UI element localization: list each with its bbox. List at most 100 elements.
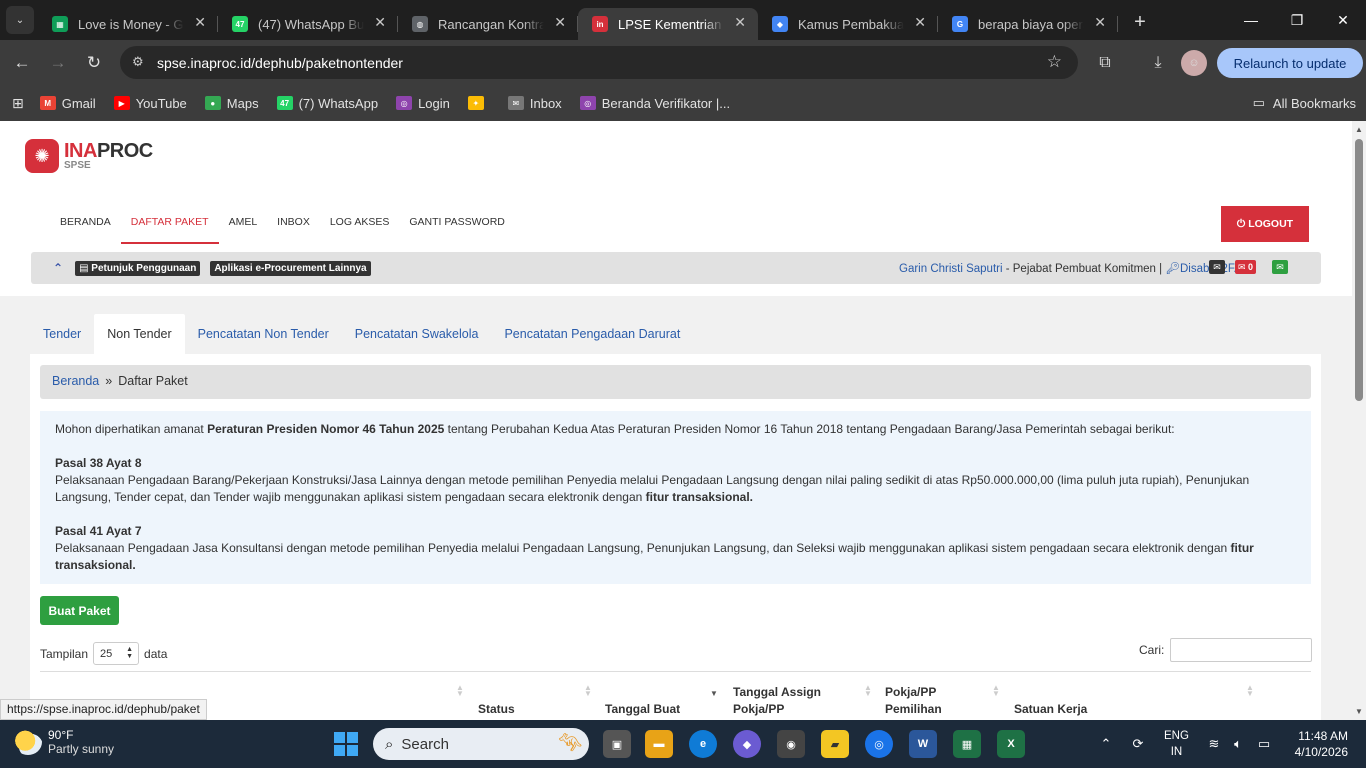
file-explorer-icon[interactable]: ▬ (645, 730, 673, 758)
tab-close-icon[interactable]: ✕ (554, 14, 566, 31)
inaproc-logo[interactable]: ✺ INAPROC SPSE (25, 139, 153, 173)
apps-grid-icon[interactable]: ⊞ (12, 95, 24, 112)
petunjuk-penggunaan-link[interactable]: ▤ Petunjuk Penggunaan (75, 260, 201, 276)
taskbar-search[interactable]: ⌕ Search 🦘︎ (373, 728, 589, 760)
search-label: Cari: (1139, 643, 1165, 657)
excel-icon[interactable]: X (997, 730, 1025, 758)
nav-item-log-akses[interactable]: LOG AKSES (320, 209, 400, 244)
bookmark-item[interactable]: ◎ Login (396, 96, 450, 111)
collapse-chevron-icon[interactable]: ⌃ (53, 261, 63, 275)
col-pokja-pemilihan[interactable]: Pokja/PP Pemilihan (885, 684, 965, 718)
page-size-select[interactable]: 25 ▲ ▼ (93, 642, 140, 665)
page-scrollbar[interactable]: ▲ ▼ (1352, 121, 1366, 720)
copilot-icon[interactable]: ◆ (733, 730, 761, 758)
extensions-icon[interactable]: ⧉ (1092, 50, 1118, 76)
nav-item-beranda[interactable]: BERANDA (50, 209, 121, 244)
sort-icon[interactable]: ▲ ▼ (456, 684, 464, 698)
tab-close-icon[interactable]: ✕ (194, 14, 206, 31)
edge-browser-icon[interactable]: e (689, 730, 717, 758)
tab-pencatatan-swakelola[interactable]: Pencatatan Swakelola (342, 314, 492, 354)
battery-icon[interactable]: ▭ (1252, 720, 1276, 768)
bookmark-star-icon[interactable]: ☆ (1047, 52, 1062, 72)
sort-icon[interactable]: ▲ ▼ (864, 684, 872, 698)
bookmark-item[interactable]: ✉ Inbox (507, 96, 562, 111)
mail-icon[interactable]: ✉ (1209, 260, 1225, 274)
language-indicator[interactable]: ENG IN (1164, 728, 1189, 760)
word-icon[interactable]: W (909, 730, 937, 758)
weather-widget[interactable]: 90°F Partly sunny (14, 728, 114, 756)
bookmark-item[interactable]: ◎ Beranda Verifikator |... (579, 96, 730, 111)
all-bookmarks-label: All Bookmarks (1272, 95, 1356, 111)
tab-non-tender[interactable]: Non Tender (94, 314, 185, 354)
bookmark-item[interactable]: ✦ (467, 96, 490, 111)
system-clock[interactable]: 11:48 AM 4/10/2026 (1290, 728, 1348, 760)
site-info-icon[interactable]: ⚙ (132, 54, 144, 70)
wifi-icon[interactable]: ≋ (1204, 720, 1224, 768)
browser-tab[interactable]: ▦ Love is Money - Goo ✕ (38, 8, 218, 40)
bookmark-item[interactable]: ▶ YouTube (113, 96, 187, 111)
sync-icon[interactable]: ⟳ (1128, 720, 1148, 768)
tray-chevron-icon[interactable]: ⌃ (1096, 720, 1116, 768)
new-tab-button[interactable]: + (1124, 6, 1156, 38)
profile-avatar[interactable]: ☺ (1181, 50, 1207, 76)
start-windows-icon[interactable] (334, 732, 358, 756)
bookmark-label: Login (418, 95, 450, 111)
logout-button[interactable]: ⏻ LOGOUT (1221, 206, 1309, 242)
tab-tender[interactable]: Tender (30, 314, 94, 354)
tab-close-icon[interactable]: ✕ (1094, 14, 1106, 31)
browser-tab[interactable]: ◍ Rancangan Kontrak P ✕ (398, 8, 578, 40)
sort-desc-icon[interactable]: ▼ (710, 685, 718, 698)
maximize-icon[interactable]: ❐ (1274, 0, 1320, 40)
minimize-icon[interactable]: — (1228, 0, 1274, 40)
reload-icon[interactable]: ↻ (76, 45, 112, 81)
inbox-count-badge[interactable]: ✉ 0 (1235, 260, 1257, 274)
tab-pencatatan-pengadaan-darurat[interactable]: Pencatatan Pengadaan Darurat (491, 314, 693, 354)
sort-icon[interactable]: ▲ ▼ (992, 684, 1000, 698)
scroll-up-icon[interactable]: ▲ (1355, 125, 1363, 134)
close-window-icon[interactable]: ✕ (1320, 0, 1366, 40)
tab-close-icon[interactable]: ✕ (914, 14, 926, 31)
bookmark-item[interactable]: M Gmail (39, 96, 96, 111)
col-status[interactable]: Status (478, 701, 515, 718)
bookmark-item[interactable]: 47 (7) WhatsApp (276, 96, 378, 111)
sort-icon[interactable]: ▲ ▼ (1246, 684, 1254, 698)
scrollbar-thumb[interactable] (1355, 139, 1363, 401)
browser-tab[interactable]: in LPSE Kementrian Perh ✕ (578, 8, 758, 40)
url-omnibox[interactable]: ⚙ spse.inaproc.id/dephub/paketnontender … (120, 46, 1078, 79)
sort-icon[interactable]: ▲ ▼ (584, 684, 592, 698)
forward-icon[interactable]: → (40, 45, 76, 81)
tab-close-icon[interactable]: ✕ (374, 14, 386, 31)
open-mail-icon[interactable]: ✉ (1272, 260, 1288, 274)
volume-icon[interactable]: 🔈︎ (1228, 720, 1248, 768)
nav-item-daftar-paket[interactable]: DAFTAR PAKET (120, 209, 219, 244)
tab-pencatatan-non-tender[interactable]: Pencatatan Non Tender (185, 314, 342, 354)
nav-item-ganti-password[interactable]: GANTI PASSWORD (399, 209, 514, 244)
aplikasi-lainnya-link[interactable]: Aplikasi e-Procurement Lainnya (210, 260, 371, 276)
breadcrumb-home-link[interactable]: Beranda (52, 374, 99, 388)
camera-icon[interactable]: ◉ (777, 730, 805, 758)
task-view-icon[interactable]: ▣ (603, 730, 631, 758)
buat-paket-button[interactable]: Buat Paket (40, 596, 119, 625)
all-bookmarks-button[interactable]: ▭ All Bookmarks (1253, 95, 1356, 111)
back-icon[interactable]: ← (4, 45, 40, 81)
tab-favicon-icon: 47 (232, 16, 248, 32)
download-icon[interactable]: ⤓ (1145, 50, 1171, 76)
nav-item-inbox[interactable]: INBOX (267, 209, 320, 244)
scroll-down-icon[interactable]: ▼ (1355, 707, 1363, 716)
browser-tab[interactable]: Gberapa biaya operasi ✕ (938, 8, 1118, 40)
tab-close-icon[interactable]: ✕ (734, 14, 746, 31)
col-tanggal-buat[interactable]: Tanggal Buat (605, 701, 680, 718)
sticky-notes-icon[interactable]: ▰ (821, 730, 849, 758)
browser-tab[interactable]: 47 (47) WhatsApp Busin ✕ (218, 8, 398, 40)
relaunch-button[interactable]: Relaunch to update (1217, 48, 1363, 78)
nav-item-amel[interactable]: AMEL (219, 209, 268, 244)
bookmark-item[interactable]: ● Maps (204, 96, 259, 111)
calculator-icon[interactable]: ▦ (953, 730, 981, 758)
search-input[interactable] (1170, 638, 1313, 662)
browser-tab[interactable]: ◆ Kamus Pembakuan Sta ✕ (758, 8, 938, 40)
tab-search-icon[interactable]: ⌄ (6, 6, 34, 34)
col-tanggal-assign[interactable]: Tanggal Assign Pokja/PP (733, 684, 843, 718)
user-name-link[interactable]: Garin Christi Saputri (899, 263, 1003, 275)
chrome-icon[interactable]: ◎ (865, 730, 893, 758)
col-satuan-kerja[interactable]: Satuan Kerja (1014, 701, 1087, 718)
